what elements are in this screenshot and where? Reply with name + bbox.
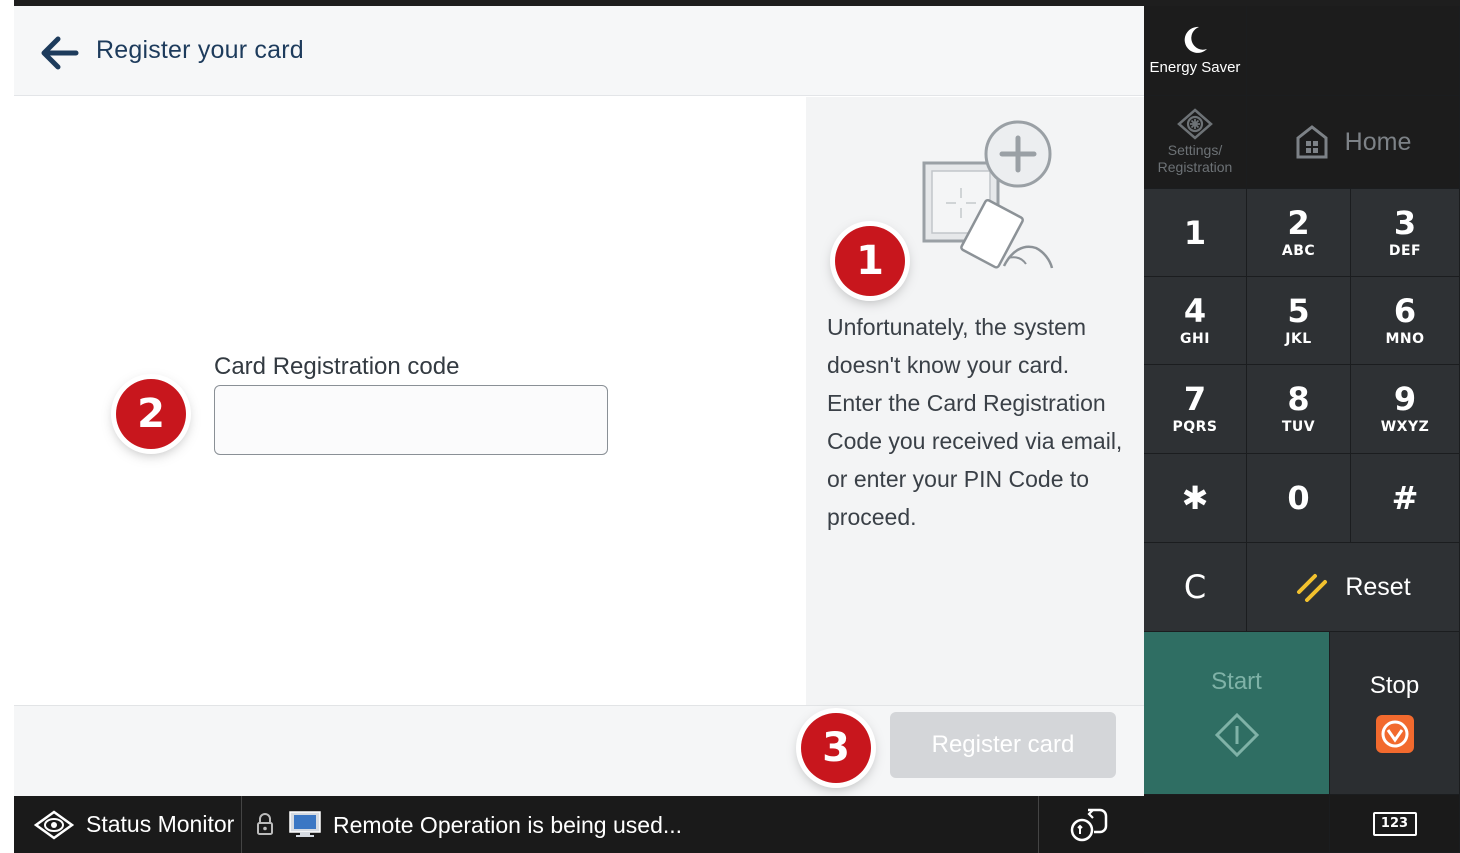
- key-digit: 1: [1183, 213, 1207, 252]
- info-message: Unfortunately, the system doesn't know y…: [827, 314, 1123, 530]
- start-label: Start: [1211, 668, 1262, 695]
- key-letters: TUV: [1281, 419, 1316, 435]
- key-letters: DEF: [1388, 242, 1422, 259]
- reset-button[interactable]: Reset: [1247, 543, 1460, 632]
- settings-label-line2: Registration: [1157, 159, 1233, 175]
- start-button[interactable]: Start: [1144, 632, 1330, 795]
- keypad-key[interactable]: 0: [1247, 454, 1351, 543]
- key-digit: #: [1391, 479, 1419, 517]
- keypad-bottom-blank: [1144, 795, 1330, 853]
- key-letters: PQRS: [1172, 419, 1218, 435]
- key-digit: 8: [1287, 380, 1310, 418]
- step-marker-3: 3: [801, 713, 871, 783]
- header: Register your card: [14, 6, 1144, 96]
- keypad-key[interactable]: 8 TUV: [1247, 365, 1351, 454]
- stop-button[interactable]: Stop: [1330, 632, 1460, 795]
- register-card-button[interactable]: Register card: [890, 712, 1116, 778]
- settings-registration-button[interactable]: Settings/ Registration: [1144, 96, 1247, 189]
- remote-operation-icon[interactable]: [1066, 806, 1110, 844]
- key-digit: 2: [1287, 203, 1310, 242]
- settings-label-line1: Settings/: [1167, 142, 1223, 158]
- keypad-key[interactable]: 9 WXYZ: [1351, 365, 1460, 454]
- moon-icon: [1184, 26, 1207, 53]
- key-digit: 6: [1393, 291, 1417, 330]
- key-letters: GHI: [1180, 330, 1210, 347]
- key-digit: 0: [1287, 479, 1310, 517]
- card-code-input[interactable]: [214, 385, 608, 455]
- energy-saver-label: Energy Saver: [1149, 59, 1241, 76]
- keypad-key[interactable]: ✱: [1144, 454, 1247, 543]
- status-monitor-button[interactable]: Status Monitor: [14, 796, 242, 853]
- reset-icon: [1297, 574, 1328, 602]
- step-marker-2: 2: [116, 379, 186, 449]
- key-letters: MNO: [1385, 330, 1425, 347]
- home-label: Home: [1344, 127, 1412, 156]
- keypad-key[interactable]: 1: [1144, 189, 1247, 277]
- key-digit: 3: [1393, 203, 1417, 242]
- key-digit: 4: [1183, 291, 1207, 330]
- arrow-left-icon: [41, 36, 79, 70]
- keypad-key[interactable]: 3 DEF: [1351, 189, 1460, 277]
- status-monitor-icon: [34, 809, 74, 840]
- stop-label: Stop: [1369, 672, 1420, 699]
- lock-icon: [257, 813, 273, 835]
- keypad-blank-top: [1247, 6, 1460, 96]
- key-digit: 9: [1393, 380, 1417, 418]
- key-digit: 7: [1183, 380, 1207, 418]
- status-monitor-label: Status Monitor: [86, 811, 235, 837]
- energy-saver-button[interactable]: Energy Saver: [1144, 6, 1247, 96]
- keypad-key[interactable]: 7 PQRS: [1144, 365, 1247, 454]
- start-diamond-icon: [1214, 712, 1259, 758]
- status-bar: Status Monitor Remote Operation is being…: [14, 796, 1144, 853]
- card-register-illustration: [922, 120, 1054, 269]
- keypad-key[interactable]: 4 GHI: [1144, 277, 1247, 365]
- status-divider: [1038, 796, 1039, 853]
- numeric-keyboard-button[interactable]: 123: [1330, 795, 1460, 853]
- page-title: Register your card: [96, 36, 304, 64]
- reset-label: Reset: [1345, 572, 1411, 601]
- settings-label: Settings/ Registration: [1158, 142, 1233, 176]
- key-digit: ✱: [1181, 479, 1209, 517]
- remote-operation-message: Remote Operation is being used...: [333, 812, 683, 838]
- clear-label: C: [1183, 568, 1207, 606]
- clear-button[interactable]: C: [1144, 543, 1247, 632]
- keypad-key[interactable]: 5 JKL: [1247, 277, 1351, 365]
- key-letters: ABC: [1281, 242, 1316, 259]
- stop-icon: [1375, 715, 1414, 753]
- card-code-label: Card Registration code: [214, 353, 460, 380]
- step-marker-1: 1: [835, 226, 905, 296]
- settings-icon: [1177, 108, 1213, 140]
- keypad-key[interactable]: 2 ABC: [1247, 189, 1351, 277]
- keypad-key[interactable]: 6 MNO: [1351, 277, 1460, 365]
- back-button[interactable]: [32, 28, 88, 78]
- home-button[interactable]: Home: [1247, 96, 1460, 189]
- key-letters: WXYZ: [1380, 419, 1430, 435]
- key-digit: 5: [1287, 291, 1310, 330]
- remote-monitor-icon: [289, 811, 321, 837]
- keypad-panel: Energy Saver Settings/ Registration Home…: [1144, 6, 1460, 853]
- key-letters: JKL: [1285, 330, 1312, 347]
- keyboard-123-icon: 123: [1372, 811, 1417, 836]
- left-frame: [0, 0, 14, 800]
- home-icon: [1296, 125, 1328, 159]
- keypad-key[interactable]: #: [1351, 454, 1460, 543]
